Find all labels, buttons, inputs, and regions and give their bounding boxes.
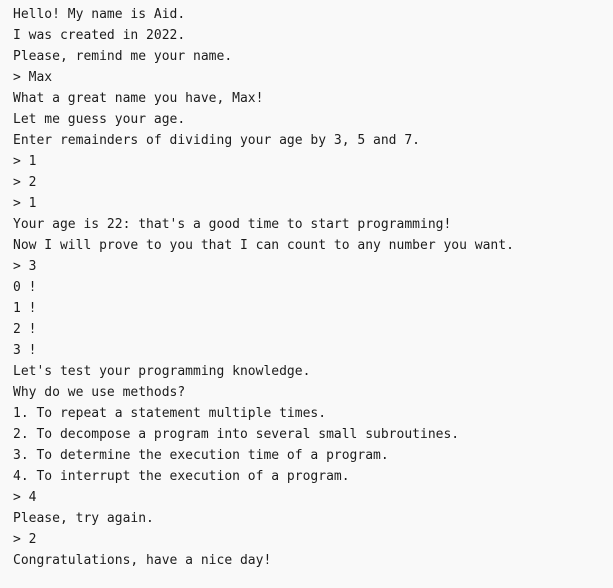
console-line: 3. To determine the execution time of a … — [13, 448, 389, 463]
console-line: Why do we use methods? — [13, 385, 186, 400]
user-input-line: > Max — [13, 70, 53, 85]
console-line: What a great name you have, Max! — [13, 91, 264, 106]
console-line: Please, remind me your name. — [13, 49, 233, 64]
user-input-line: > 2 — [13, 532, 37, 547]
console-line: Let's test your programming knowledge. — [13, 364, 311, 379]
user-input-line: > 1 — [13, 196, 37, 211]
console-line: Let me guess your age. — [13, 112, 186, 127]
console-line: Your age is 22: that's a good time to st… — [13, 217, 452, 232]
console-output: Hello! My name is Aid. I was created in … — [0, 0, 613, 588]
console-line: 2. To decompose a program into several s… — [13, 427, 460, 442]
console-line: 1 ! — [13, 301, 37, 316]
user-input-line: > 2 — [13, 175, 37, 190]
user-input-line: > 4 — [13, 490, 37, 505]
console-line: Enter remainders of dividing your age by… — [13, 133, 420, 148]
console-line: 2 ! — [13, 322, 37, 337]
console-line: 3 ! — [13, 343, 37, 358]
console-line: 4. To interrupt the execution of a progr… — [13, 469, 350, 484]
console-line: Congratulations, have a nice day! — [13, 553, 272, 568]
console-line: Please, try again. — [13, 511, 154, 526]
console-line: Hello! My name is Aid. — [13, 7, 186, 22]
user-input-line: > 3 — [13, 259, 37, 274]
console-line: 0 ! — [13, 280, 37, 295]
console-line: I was created in 2022. — [13, 28, 186, 43]
user-input-line: > 1 — [13, 154, 37, 169]
console-line: 1. To repeat a statement multiple times. — [13, 406, 327, 421]
console-line: Now I will prove to you that I can count… — [13, 238, 514, 253]
